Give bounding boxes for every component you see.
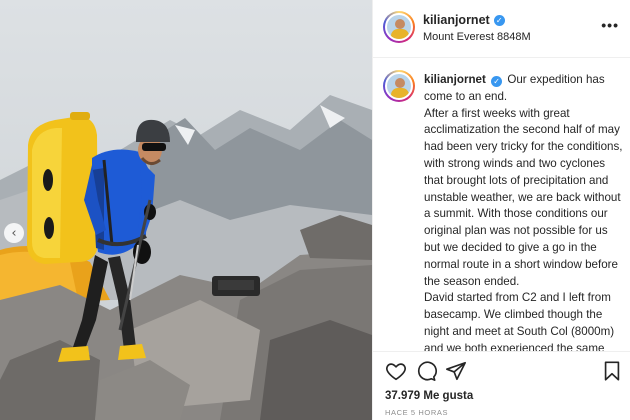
post-photo[interactable]: ‹ <box>0 0 372 420</box>
post-username[interactable]: kilianjornet ✓ <box>423 13 505 27</box>
avatar[interactable] <box>383 11 415 43</box>
more-options-icon[interactable]: ••• <box>601 17 619 33</box>
username-label[interactable]: kilianjornet <box>423 13 490 27</box>
share-icon[interactable] <box>445 360 467 382</box>
caption-username[interactable]: kilianjornet <box>424 73 486 86</box>
post-timestamp[interactable]: HACE 5 HORAS <box>385 408 448 417</box>
caption-body: Our expedition has come to an end. After… <box>424 73 623 351</box>
action-bar: 37.979 Me gusta HACE 5 HORAS <box>373 351 630 420</box>
previous-image-button[interactable]: ‹ <box>4 223 24 243</box>
verified-badge-icon: ✓ <box>493 14 505 26</box>
bookmark-icon[interactable] <box>601 360 623 382</box>
like-count[interactable]: 37.979 Me gusta <box>385 390 473 402</box>
post-sidebar: kilianjornet ✓ Mount Everest 8848M ••• k… <box>372 0 630 420</box>
post-header: kilianjornet ✓ Mount Everest 8848M ••• <box>373 0 630 58</box>
caption-avatar[interactable] <box>383 70 415 102</box>
post-location[interactable]: Mount Everest 8848M <box>423 31 531 43</box>
caption-text: kilianjornet ✓ Our expedition has come t… <box>424 72 624 351</box>
caption-verified-badge-icon: ✓ <box>491 76 503 87</box>
heart-icon[interactable] <box>385 360 407 382</box>
comment-icon[interactable] <box>415 360 437 382</box>
chevron-left-icon: ‹ <box>11 225 17 241</box>
caption-area: kilianjornet ✓ Our expedition has come t… <box>373 59 630 351</box>
